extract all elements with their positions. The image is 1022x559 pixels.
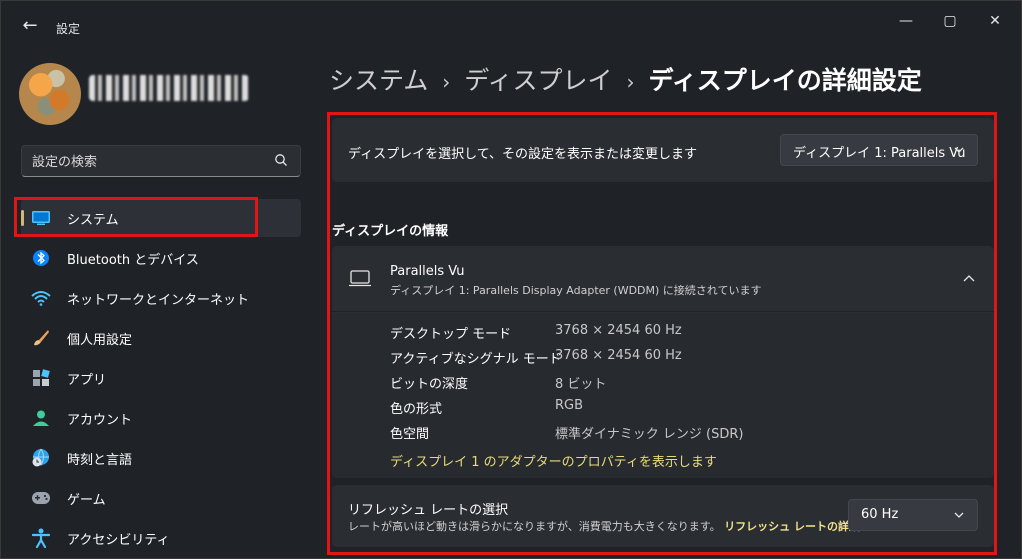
sidebar-item-label: アクセシビリティ xyxy=(67,532,170,548)
avatar[interactable] xyxy=(19,63,81,125)
sidebar-item-personalization[interactable]: 個人用設定 xyxy=(21,319,301,357)
annotation-highlight-sidebar xyxy=(14,197,258,237)
breadcrumb-separator: › xyxy=(442,70,451,94)
sidebar-item-label: Bluetooth とデバイス xyxy=(67,252,199,268)
sidebar-item-label: アプリ xyxy=(67,372,107,388)
minimize-button[interactable]: — xyxy=(886,9,926,33)
annotation-highlight-main xyxy=(327,112,997,555)
profile-name-blurred xyxy=(89,75,249,101)
sidebar-item-accessibility[interactable]: アクセシビリティ xyxy=(21,519,301,557)
sidebar-nav: システム Bluetooth とデバイス ネットワークとインターネット 個人用設… xyxy=(21,199,301,559)
breadcrumb-separator: › xyxy=(626,70,635,94)
back-arrow-icon[interactable]: ← xyxy=(17,15,43,37)
settings-search-box[interactable] xyxy=(21,145,301,177)
maximize-button[interactable]: ▢ xyxy=(930,9,970,33)
sidebar-item-accounts[interactable]: アカウント xyxy=(21,399,301,437)
search-icon[interactable] xyxy=(274,153,288,167)
title-bar: ← 設定 — ▢ ✕ xyxy=(1,1,1021,49)
page-title: ディスプレイの詳細設定 xyxy=(648,66,922,95)
app-title: 設定 xyxy=(56,22,81,36)
brush-icon xyxy=(31,328,51,348)
close-button[interactable]: ✕ xyxy=(975,9,1015,33)
bluetooth-icon xyxy=(31,248,51,268)
sidebar-item-gaming[interactable]: ゲーム xyxy=(21,479,301,517)
sidebar-item-label: 個人用設定 xyxy=(67,332,133,348)
breadcrumb-display[interactable]: ディスプレイ xyxy=(464,66,612,95)
account-icon xyxy=(31,408,51,428)
sidebar-item-bluetooth[interactable]: Bluetooth とデバイス xyxy=(21,239,301,277)
globe-clock-icon xyxy=(31,448,51,468)
sidebar-item-network[interactable]: ネットワークとインターネット xyxy=(21,279,301,317)
breadcrumb: システム › ディスプレイ › ディスプレイの詳細設定 xyxy=(329,61,922,97)
sidebar-item-label: ネットワークとインターネット xyxy=(67,292,250,308)
apps-icon xyxy=(31,368,51,388)
wifi-icon xyxy=(31,288,51,308)
sidebar-item-label: 時刻と言語 xyxy=(67,452,133,468)
gamepad-icon xyxy=(31,488,51,508)
sidebar-item-label: ゲーム xyxy=(67,492,106,508)
accessibility-icon xyxy=(31,528,51,548)
breadcrumb-system[interactable]: システム xyxy=(329,66,428,95)
sidebar-item-label: アカウント xyxy=(67,412,133,428)
sidebar-item-time-language[interactable]: 時刻と言語 xyxy=(21,439,301,477)
search-input[interactable] xyxy=(32,152,262,172)
settings-window: ← 設定 — ▢ ✕ システム Bluetooth とデバイス xyxy=(0,0,1022,559)
sidebar-item-apps[interactable]: アプリ xyxy=(21,359,301,397)
